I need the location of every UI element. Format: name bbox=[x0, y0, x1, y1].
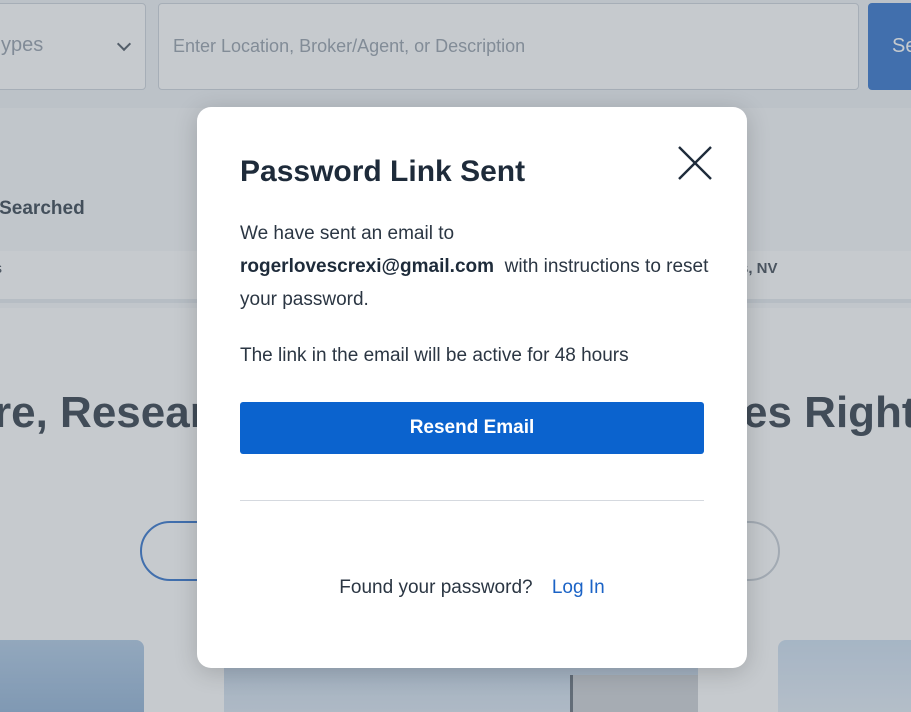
message-prefix: We have sent an email to bbox=[240, 223, 455, 244]
dialog-footer: Found your password? Log In bbox=[197, 577, 747, 599]
dialog-title: Password Link Sent bbox=[240, 155, 526, 188]
sent-message: We have sent an email to rogerlovescrexi… bbox=[240, 217, 720, 316]
close-button[interactable] bbox=[675, 143, 715, 183]
close-icon bbox=[678, 146, 712, 180]
divider bbox=[240, 500, 704, 501]
log-in-link[interactable]: Log In bbox=[552, 577, 605, 598]
resend-email-button[interactable]: Resend Email bbox=[240, 402, 704, 454]
found-password-text: Found your password? bbox=[339, 577, 533, 598]
email-address: rogerlovescrexi@gmail.com bbox=[240, 256, 495, 277]
expiry-note: The link in the email will be active for… bbox=[240, 345, 629, 366]
password-link-sent-dialog: Password Link Sent We have sent an email… bbox=[197, 107, 747, 668]
